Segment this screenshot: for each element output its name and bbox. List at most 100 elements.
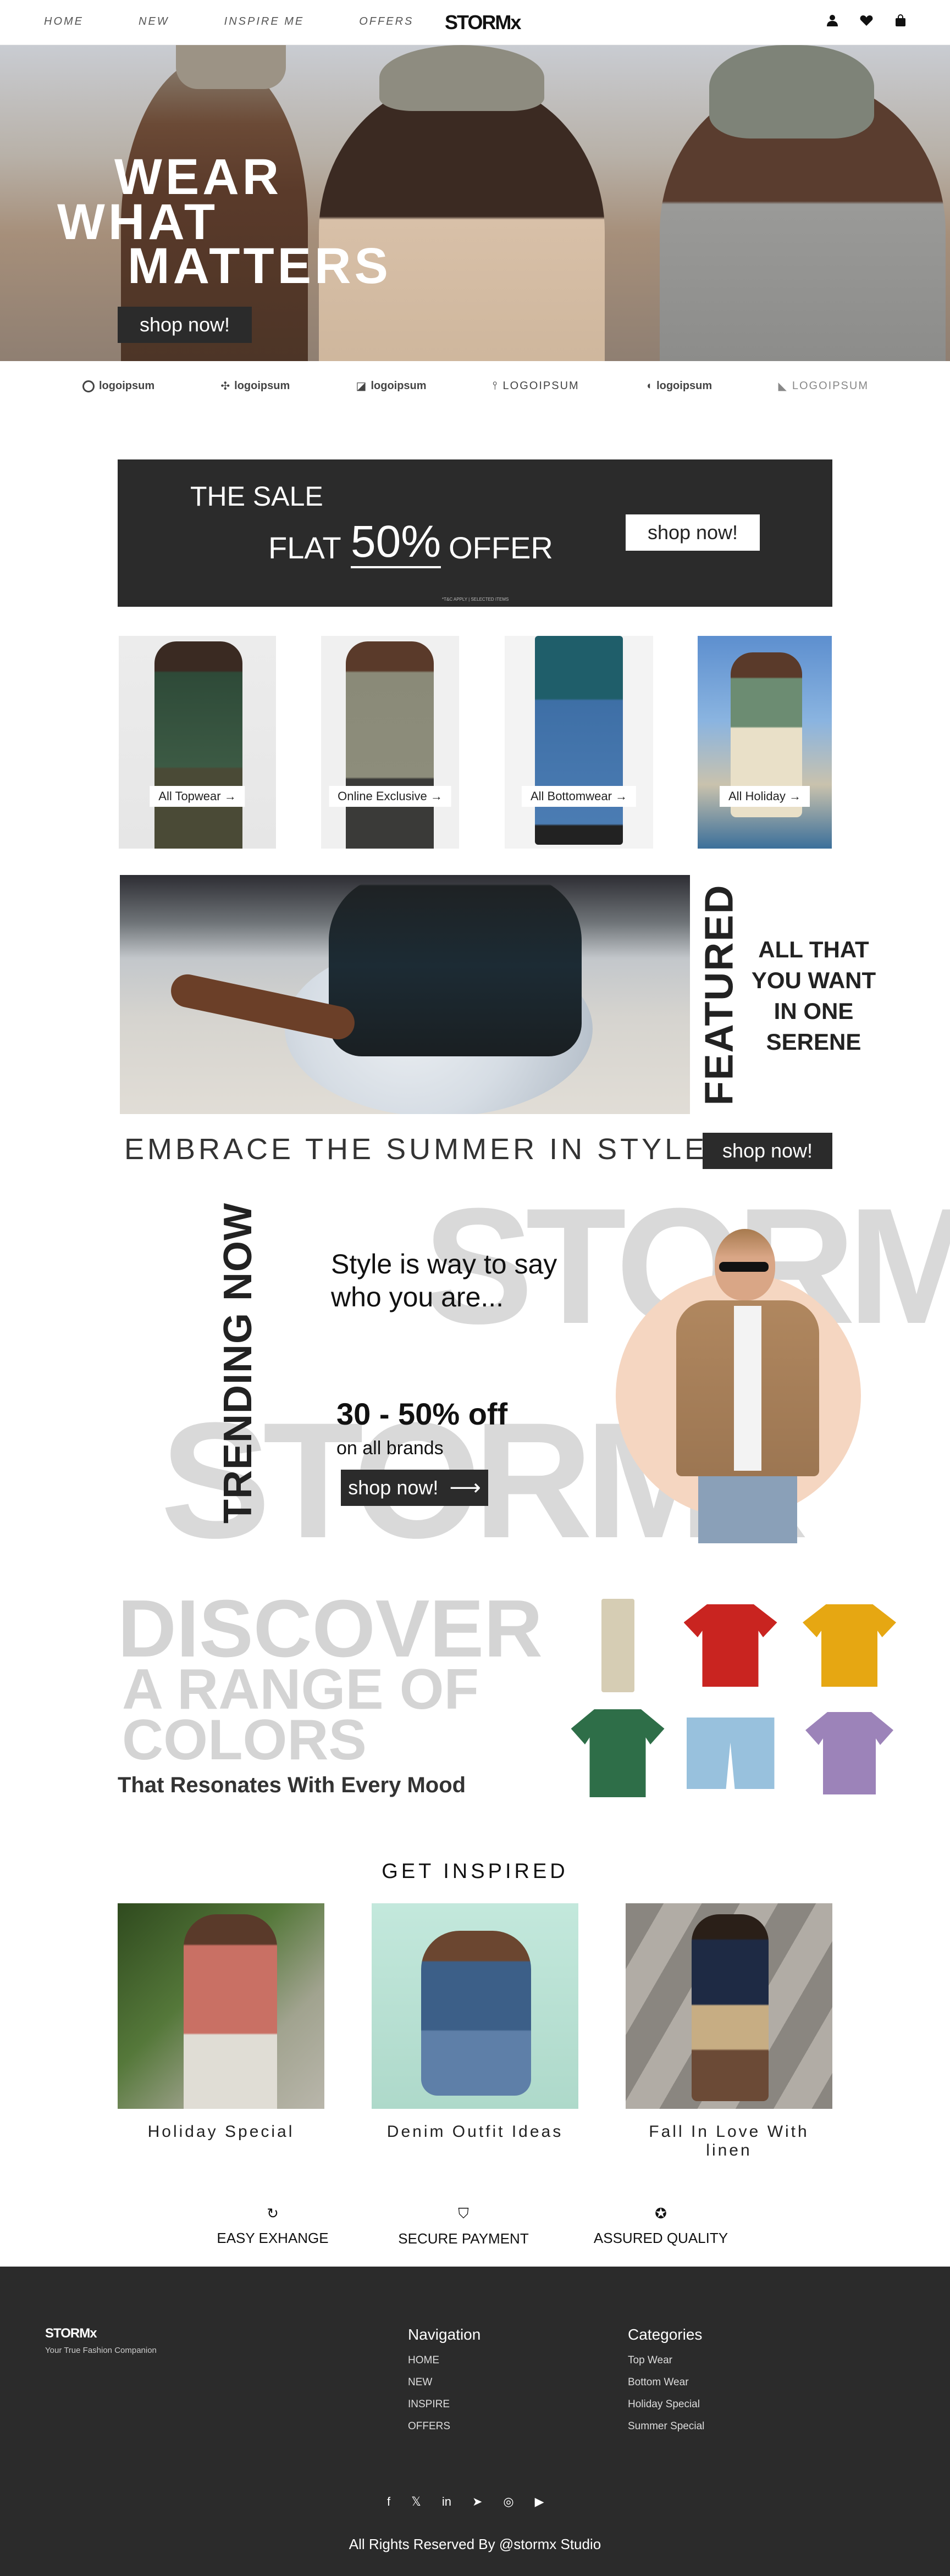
get-inspired-title: GET INSPIRED [382,1860,568,1883]
instagram-icon[interactable]: ◎ [503,2495,513,2509]
nav-home[interactable]: HOME [44,15,84,28]
embrace-shop-now-button[interactable]: shop now! [703,1133,832,1169]
inspired-caption-3: Fall In Love With linen [649,2123,809,2159]
refresh-icon: ↻ [267,2205,279,2222]
trending-tagline: Style is way to say who you are... [331,1249,557,1312]
hero-shop-now-button[interactable]: shop now! [118,307,252,343]
featured-vertical-title: FEATURED [697,884,741,1106]
inspired-holiday-special[interactable] [118,1903,324,2109]
trending-offer: 30 - 50% off [336,1397,508,1431]
inspired-linen[interactable] [626,1903,832,2109]
facebook-icon[interactable]: f [387,2495,390,2509]
color-swatch-purple[interactable] [794,1699,905,1807]
footer-link-home[interactable]: HOME [408,2355,480,2367]
footer-link-offers[interactable]: OFFERS [408,2420,480,2433]
logo-mark-icon: ◖ [645,380,653,392]
shirt-icon [803,1604,896,1687]
footer-navigation: Navigation HOME NEW INSPIRE OFFERS [408,2326,480,2442]
sale-percent: 50% [351,518,441,568]
trending-now-vertical-title: TRENDING NOW [216,1203,260,1524]
sale-banner: THE SALE FLAT 50% OFFER shop now! *T&C A… [118,459,832,607]
partner-logo-2: ✣ logoipsum [220,380,290,392]
model-figure [184,1914,277,2109]
brand-logo[interactable]: STORMx [445,11,521,34]
hero-beanie-center [379,45,544,111]
shorts-icon [686,1718,775,1789]
badge-icon: ✪ [655,2205,667,2222]
discover-line3: COLORS [122,1708,367,1772]
footer-link-bottom-wear[interactable]: Bottom Wear [628,2376,704,2389]
category-label: Online Exclusive → [329,786,451,807]
hero-title-line3: MATTERS [128,238,391,294]
hero-beanie-left [176,45,286,89]
feature-secure-payment: ⛉ SECURE PAYMENT [395,2205,532,2247]
tshirt-icon [683,1604,777,1687]
chinos-icon [601,1599,634,1692]
footer-copyright: All Rights Reserved By @stormx Studio [349,2536,601,2552]
category-label: All Holiday → [719,786,810,807]
user-icon[interactable] [827,13,838,30]
logo-mark-icon: ◣ [778,380,788,392]
trending-offer-sub: on all brands [336,1438,444,1459]
color-swatch-beige[interactable] [553,1592,682,1699]
footer-categories: Categories Top Wear Bottom Wear Holiday … [628,2326,704,2442]
category-label: All Topwear → [150,786,245,807]
model-jeans [698,1476,797,1543]
footer-link-inspire[interactable]: INSPIRE [408,2398,480,2411]
nav-icons [827,13,906,30]
feature-easy-exchange: ↻ EASY EXHANGE [207,2205,339,2247]
featured-description: ALL THAT YOU WANT IN ONE SERENE [751,937,876,1055]
model-figure [692,1914,769,2101]
top-navigation: HOME NEW INSPIRE ME OFFERS STORMx [0,0,950,45]
arrow-right-icon: ⟶ [449,1476,481,1500]
model-figure [535,636,623,845]
footer-nav-title: Navigation [408,2326,481,2343]
partner-logo-4: ⫯ LOGOIPSUM [492,380,579,392]
color-swatch-red[interactable] [666,1592,795,1699]
footer-link-new[interactable]: NEW [408,2376,480,2389]
logo-mark-icon [82,380,95,392]
discover-subtitle: That Resonates With Every Mood [118,1773,466,1797]
category-online-exclusive[interactable]: Online Exclusive → [321,636,459,849]
sale-title: THE SALE [190,481,323,512]
partner-logo-1: logoipsum [82,379,154,393]
linkedin-icon[interactable]: in [442,2495,451,2509]
partner-logo-6: ◣ LOGOIPSUM [778,380,869,392]
sale-offer-text: OFFER [449,530,553,565]
logo-mark-icon: ✣ [220,380,230,392]
shopping-bag-icon[interactable] [895,13,906,30]
nav-inspire-me[interactable]: INSPIRE ME [224,15,305,28]
model-figure [329,875,582,1056]
footer-link-holiday-special[interactable]: Holiday Special [628,2398,704,2411]
feature-assured-quality: ✪ ASSURED QUALITY [589,2205,732,2247]
category-topwear[interactable]: All Topwear → [119,636,276,849]
footer-tagline: Your True Fashion Companion [45,2346,157,2355]
heart-icon[interactable] [860,13,873,30]
inspired-caption-2: Denim Outfit Ideas [386,2123,564,2141]
color-swatch-yellow[interactable] [794,1592,905,1699]
nav-offers[interactable]: OFFERS [359,15,413,28]
sale-shop-now-button[interactable]: shop now! [626,514,760,551]
hero-banner: WEAR WHAT MATTERS shop now! [0,45,950,361]
nav-new[interactable]: NEW [139,15,169,28]
footer-categories-title: Categories [628,2326,703,2343]
sunglasses-icon [719,1262,769,1272]
category-holiday[interactable]: All Holiday → [698,636,832,849]
nav-links: HOME NEW INSPIRE ME OFFERS [44,15,468,28]
footer-link-summer-special[interactable]: Summer Special [628,2420,704,2433]
x-twitter-icon[interactable]: 𝕏 [411,2495,421,2509]
color-swatch-light-blue[interactable] [666,1699,795,1807]
model-shirt [734,1306,761,1471]
trending-shop-now-button[interactable]: shop now! ⟶ [341,1470,488,1506]
site-footer: STORMx Your True Fashion Companion Navig… [0,2267,950,2576]
youtube-icon[interactable]: ▶ [535,2495,544,2509]
logo-mark-icon: ◪ [356,380,367,392]
telegram-icon[interactable]: ➤ [472,2495,482,2509]
model-figure [421,1931,531,2096]
color-swatch-teal[interactable] [553,1699,682,1807]
social-links: f 𝕏 in ➤ ◎ ▶ [387,2495,544,2509]
footer-link-top-wear[interactable]: Top Wear [628,2355,704,2367]
category-bottomwear[interactable]: All Bottomwear → [505,636,653,849]
inspired-denim-outfit[interactable] [372,1903,578,2109]
footer-brand[interactable]: STORMx [45,2326,97,2341]
